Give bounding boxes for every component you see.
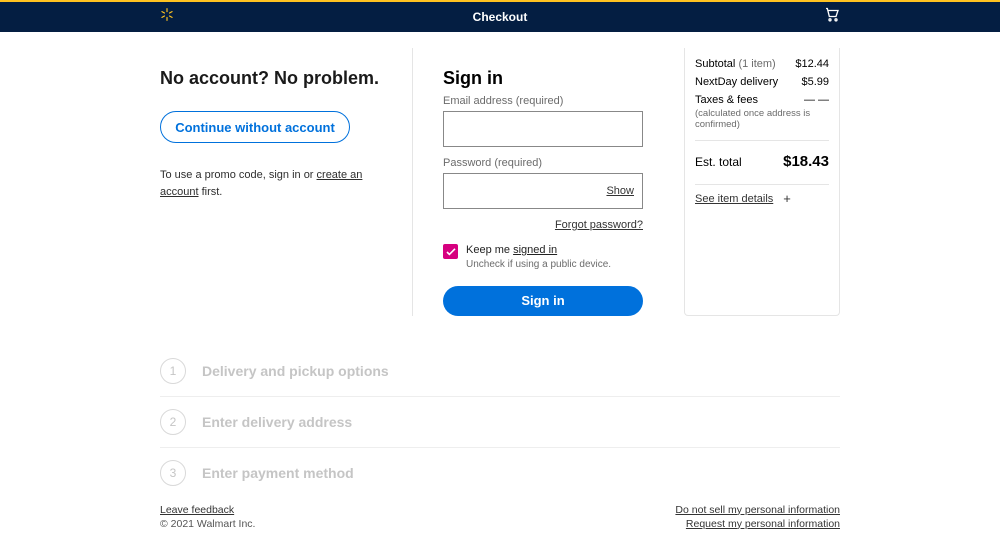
taxes-value: — — <box>804 94 829 106</box>
footer: Leave feedback © 2021 Walmart Inc. Do no… <box>0 498 1000 532</box>
signin-section: Sign in Email address (required) Passwor… <box>412 48 642 316</box>
walmart-spark-icon[interactable] <box>160 8 174 27</box>
expand-details-icon[interactable]: + <box>783 191 791 206</box>
est-total-label: Est. total <box>695 155 742 169</box>
email-field-wrap <box>443 111 643 147</box>
step-delivery-address: 2 Enter delivery address <box>160 396 840 447</box>
taxes-note: (calculated once address is confirmed) <box>695 108 829 130</box>
email-label: Email address (required) <box>443 95 642 107</box>
promo-note: To use a promo code, sign in or create a… <box>160 167 388 200</box>
step-number: 2 <box>160 409 186 435</box>
forgot-password-link[interactable]: Forgot password? <box>555 219 643 231</box>
continue-without-account-button[interactable]: Continue without account <box>160 111 350 143</box>
keep-signed-in-sublabel: Uncheck if using a public device. <box>466 259 611 270</box>
password-field-wrap: Show <box>443 173 643 209</box>
keep-signed-in-checkbox[interactable] <box>443 244 458 259</box>
step-label: Delivery and pickup options <box>202 363 389 379</box>
do-not-sell-link[interactable]: Do not sell my personal information <box>675 504 840 516</box>
order-summary: Subtotal (1 item) $12.44 NextDay deliver… <box>684 48 840 316</box>
signin-heading: Sign in <box>443 68 642 89</box>
subtotal-value: $12.44 <box>795 58 829 70</box>
summary-divider <box>695 140 829 141</box>
keep-signed-in-label: Keep me signed in <box>466 244 557 256</box>
taxes-label: Taxes & fees <box>695 94 758 106</box>
signin-button[interactable]: Sign in <box>443 286 643 316</box>
page-title: Checkout <box>473 10 528 24</box>
subtotal-label: Subtotal (1 item) <box>695 58 776 70</box>
copyright: © 2021 Walmart Inc. <box>160 518 255 530</box>
no-account-section: No account? No problem. Continue without… <box>160 48 388 316</box>
step-number: 1 <box>160 358 186 384</box>
password-label: Password (required) <box>443 157 642 169</box>
delivery-value: $5.99 <box>801 76 829 88</box>
step-payment-method: 3 Enter payment method <box>160 447 840 498</box>
cart-icon[interactable] <box>824 7 840 28</box>
request-info-link[interactable]: Request my personal information <box>675 518 840 530</box>
step-delivery-options: 1 Delivery and pickup options <box>160 346 840 396</box>
est-total-value: $18.43 <box>783 153 829 170</box>
delivery-label: NextDay delivery <box>695 76 778 88</box>
checkout-steps: 1 Delivery and pickup options 2 Enter de… <box>0 316 1000 498</box>
summary-divider-2 <box>695 184 829 185</box>
step-number: 3 <box>160 460 186 486</box>
email-input[interactable] <box>444 112 642 146</box>
no-account-heading: No account? No problem. <box>160 68 388 89</box>
step-label: Enter payment method <box>202 465 354 481</box>
see-item-details-link[interactable]: See item details <box>695 193 773 205</box>
step-label: Enter delivery address <box>202 414 352 430</box>
show-password-link[interactable]: Show <box>606 185 634 197</box>
leave-feedback-link[interactable]: Leave feedback <box>160 504 234 516</box>
top-bar: Checkout <box>0 2 1000 32</box>
